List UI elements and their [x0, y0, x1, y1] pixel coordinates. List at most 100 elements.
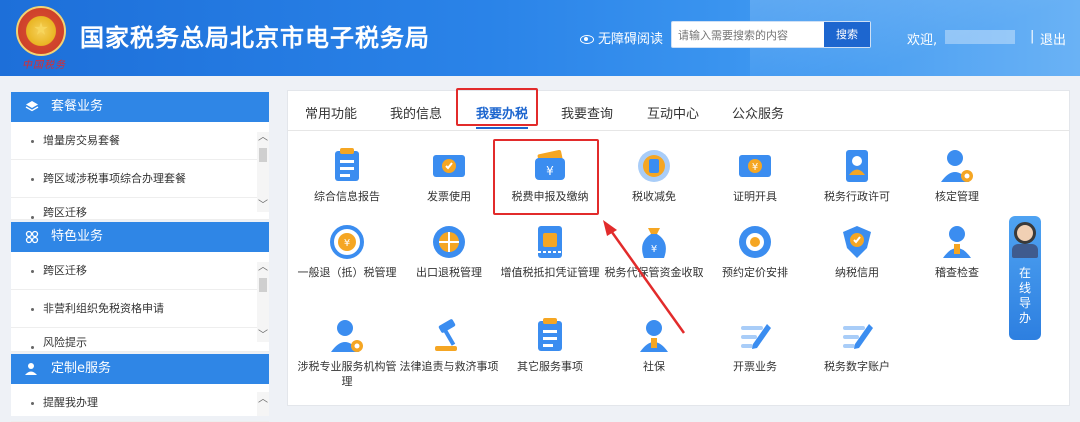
- social-security-icon: [640, 320, 668, 352]
- sidebar-header-custom[interactable]: 定制e服务: [11, 354, 269, 384]
- digital-account-icon: [843, 324, 873, 349]
- report-icon: [335, 148, 359, 181]
- service-tile[interactable]: ¥ 一般退（抵）税管理: [296, 222, 398, 294]
- service-tile[interactable]: 涉税专业服务机构管理: [296, 316, 398, 388]
- eye-icon: [580, 35, 594, 44]
- service-tile[interactable]: 出口退税管理: [398, 222, 500, 294]
- site-title: 国家税务总局北京市电子税务局: [80, 24, 430, 52]
- service-tile-label: 开票业务: [733, 360, 777, 373]
- sidebar-item[interactable]: 跨区域涉税事项综合办理套餐: [11, 160, 269, 198]
- sidebar-scrollbar[interactable]: ︿ ﹀: [257, 132, 269, 212]
- service-tile[interactable]: 税收减免: [603, 146, 705, 218]
- scroll-up-icon[interactable]: ︿: [257, 394, 269, 406]
- tab-common[interactable]: 常用功能: [305, 103, 357, 122]
- service-tile-label: 税务行政许可: [824, 190, 890, 203]
- service-tile[interactable]: 预约定价安排: [704, 222, 806, 294]
- service-tile[interactable]: 综合信息报告: [296, 146, 398, 218]
- sidebar-header-label: 套餐业务: [51, 99, 104, 114]
- tab-my-info[interactable]: 我的信息: [390, 103, 442, 122]
- tab-query[interactable]: 我要查询: [561, 103, 613, 122]
- service-tile[interactable]: 纳税信用: [806, 222, 908, 294]
- sidebar-section-features: 特色业务 跨区迁移 非营利组织免税资格申请 风险提示 ︿ ﹀: [11, 222, 269, 352]
- sidebar-item[interactable]: 跨区迁移: [11, 198, 269, 220]
- svg-text:¥: ¥: [752, 162, 758, 173]
- service-tile[interactable]: 税务行政许可: [806, 146, 908, 218]
- service-tile-label: 税收减免: [632, 190, 676, 203]
- username-redacted: [945, 30, 1015, 44]
- tax-relief-icon: [638, 150, 670, 182]
- welcome-text: 欢迎,: [907, 33, 938, 48]
- sidebar-header-label: 定制e服务: [51, 361, 111, 376]
- sidebar-item[interactable]: 增量房交易套餐: [11, 122, 269, 160]
- service-tile[interactable]: ¥ 证明开具: [704, 146, 806, 218]
- sidebar-section-packages: 套餐业务 增量房交易套餐 跨区域涉税事项综合办理套餐 跨区迁移 ︿ ﹀: [11, 92, 269, 220]
- service-tile-label: 税务数字账户: [824, 360, 890, 373]
- search-button[interactable]: 搜索: [824, 22, 870, 47]
- credit-icon: [843, 226, 871, 258]
- refund-icon: ¥: [330, 225, 364, 259]
- service-tile-label: 增值税抵扣凭证管理: [500, 266, 600, 279]
- sidebar-item[interactable]: 风险提示: [11, 328, 269, 352]
- sidebar-section-custom: 定制e服务 提醒我办理 ︿: [11, 354, 269, 422]
- header-separator: |: [1030, 29, 1035, 44]
- service-tile-label: 发票使用: [427, 190, 471, 203]
- sidebar-header-features[interactable]: 特色业务: [11, 222, 269, 252]
- license-icon: [846, 150, 868, 182]
- scroll-up-icon[interactable]: ︿: [257, 262, 269, 274]
- service-tile-label: 综合信息报告: [314, 190, 380, 203]
- emblem-caption: 中国税务: [22, 60, 66, 71]
- service-tile-label: 税务代保管资金收取: [604, 266, 704, 279]
- service-tile[interactable]: 其它服务事项: [499, 316, 601, 388]
- tax-emblem-icon: [16, 6, 66, 56]
- online-guide-button[interactable]: 在线导办: [1009, 216, 1041, 340]
- scroll-thumb[interactable]: [259, 278, 267, 292]
- service-tile-label: 纳税信用: [835, 266, 879, 279]
- sidebar-item[interactable]: 跨区迁移: [11, 252, 269, 290]
- tab-interaction[interactable]: 互动中心: [647, 103, 699, 122]
- avatar-icon: [1014, 222, 1036, 244]
- tab-public[interactable]: 公众服务: [732, 103, 784, 122]
- svg-text:¥: ¥: [651, 244, 657, 255]
- service-tile-label: 其它服务事项: [517, 360, 583, 373]
- service-tile[interactable]: ¥ 税务代保管资金收取: [603, 222, 705, 294]
- service-tile-label: 证明开具: [733, 190, 777, 203]
- gavel-icon: [435, 319, 457, 351]
- sidebar-item[interactable]: 非营利组织免税资格申请: [11, 290, 269, 328]
- logout-link[interactable]: 退出: [1040, 29, 1066, 48]
- scroll-down-icon[interactable]: ﹀: [257, 200, 269, 212]
- money-bag-icon: ¥: [642, 228, 666, 258]
- service-tile[interactable]: 开票业务: [704, 316, 806, 388]
- scroll-up-icon[interactable]: ︿: [257, 132, 269, 144]
- service-tile-label: 法律追责与救济事项: [399, 360, 499, 373]
- service-tile[interactable]: 核定管理: [906, 146, 1008, 218]
- sidebar-item[interactable]: 提醒我办理: [11, 384, 269, 422]
- service-tile[interactable]: 发票使用: [398, 146, 500, 218]
- accessibility-label: 无障碍阅读: [598, 32, 664, 47]
- service-tile[interactable]: 稽查检查: [906, 222, 1008, 294]
- export-globe-icon: [433, 226, 465, 258]
- service-tile[interactable]: 税务数字账户: [806, 316, 908, 388]
- search-input[interactable]: [678, 26, 818, 44]
- sidebar-header-packages[interactable]: 套餐业务: [11, 92, 269, 122]
- service-tile[interactable]: 增值税抵扣凭证管理: [499, 222, 601, 294]
- voucher-icon: [538, 226, 562, 258]
- sidebar-header-label: 特色业务: [51, 229, 104, 244]
- sidebar-scrollbar[interactable]: ︿: [257, 392, 269, 416]
- scroll-thumb[interactable]: [259, 148, 267, 162]
- pricing-icon: [739, 226, 771, 258]
- scroll-down-icon[interactable]: ﹀: [257, 330, 269, 342]
- tab-bar: 常用功能 我的信息 我要办税 我要查询 互动中心 公众服务: [288, 91, 1069, 131]
- service-tile-label: 出口退税管理: [416, 266, 482, 279]
- service-tile[interactable]: 社保: [603, 316, 705, 388]
- sidebar-scrollbar[interactable]: ︿ ﹀: [257, 262, 269, 342]
- service-tile-label: 稽查检查: [935, 266, 979, 279]
- accessibility-link[interactable]: 无障碍阅读: [580, 28, 663, 47]
- service-tile[interactable]: 法律追责与救济事项: [398, 316, 500, 388]
- inspection-icon: [943, 226, 971, 258]
- agency-icon: [331, 320, 363, 352]
- svg-text:¥: ¥: [344, 238, 350, 249]
- search-box: 搜索: [671, 21, 871, 48]
- other-service-icon: [538, 318, 562, 351]
- verify-icon: [941, 150, 973, 182]
- user-plus-icon: [25, 363, 37, 375]
